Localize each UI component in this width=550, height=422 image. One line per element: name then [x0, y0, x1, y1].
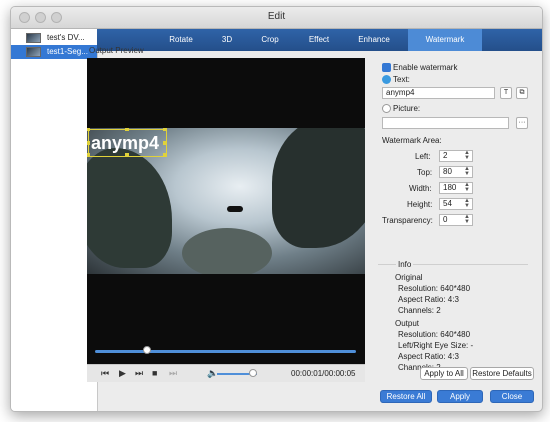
skip-end-icon[interactable]: ⏭ — [169, 368, 177, 379]
stepper-arrows-icon[interactable]: ▲ ▼ — [464, 214, 470, 225]
browse-button[interactable]: ··· — [516, 117, 528, 129]
volume-knob[interactable] — [249, 369, 257, 377]
resize-handle[interactable] — [125, 128, 129, 131]
output-aspect-ratio: Aspect Ratio: 4:3 — [398, 352, 459, 361]
info-title: Info — [396, 260, 414, 269]
top-label: Top: — [417, 168, 433, 177]
original-label: Original — [395, 273, 423, 282]
stop-icon[interactable]: ■ — [152, 368, 157, 378]
output-label: Output — [395, 319, 420, 328]
skip-back-icon[interactable]: ⏮ — [101, 368, 109, 379]
file-name: test1-Seg... — [47, 47, 88, 56]
floating-rock-center — [182, 228, 272, 274]
title-bar: Edit — [11, 7, 542, 29]
stepper-arrows-icon[interactable]: ▲ ▼ — [464, 198, 470, 209]
width-label: Width: — [409, 184, 432, 193]
window-title: Edit — [267, 11, 286, 22]
height-stepper[interactable]: 54 ▲ ▼ — [439, 198, 473, 210]
stepper-arrows-icon[interactable]: ▲ ▼ — [464, 150, 470, 161]
height-value: 54 — [443, 199, 452, 208]
video-thumbnail — [26, 47, 41, 57]
video-preview: anymp4 — [87, 58, 365, 364]
edit-tabs: Rotate 3D Crop Effect Enhance Watermark — [97, 29, 542, 51]
transparency-label: Transparency: — [382, 216, 433, 225]
transparency-stepper[interactable]: 0 ▲ ▼ — [439, 214, 473, 226]
tab-enhance[interactable]: Enhance — [347, 29, 401, 51]
original-aspect-ratio: Aspect Ratio: 4:3 — [398, 295, 459, 304]
info-section: Info Original Resolution: 640*480 Aspect… — [378, 260, 528, 372]
watermark-text-input[interactable]: anymp4 — [382, 87, 495, 99]
restore-defaults-button[interactable]: Restore Defaults — [470, 367, 534, 380]
watermark-area-label: Watermark Area: — [382, 136, 442, 145]
playback-controls: ⏮ ▶ ⏭ ■ ⏭ 🔈 00:00:01/00:00:05 — [87, 364, 365, 382]
left-stepper[interactable]: 2 ▲ ▼ — [439, 150, 473, 162]
apply-button[interactable]: Apply — [437, 390, 483, 403]
transparency-value: 0 — [443, 215, 448, 224]
floating-rock-left — [87, 148, 172, 268]
enable-watermark-label: Enable watermark — [393, 63, 458, 72]
resize-handle[interactable] — [163, 141, 167, 145]
file-item-selected[interactable]: test1-Seg... — [11, 45, 97, 59]
tab-effect[interactable]: Effect — [297, 29, 341, 51]
original-resolution: Resolution: 640*480 — [398, 284, 471, 293]
picture-radio[interactable] — [382, 104, 391, 113]
tab-watermark[interactable]: Watermark — [408, 29, 482, 51]
font-button[interactable]: T — [500, 87, 512, 99]
output-preview-label: Output Preview — [89, 46, 144, 55]
watermark-selection-box[interactable]: anymp4 — [87, 128, 167, 157]
picture-label: Picture: — [393, 104, 421, 113]
top-stepper[interactable]: 80 ▲ ▼ — [439, 166, 473, 178]
height-label: Height: — [407, 200, 433, 209]
top-value: 80 — [443, 167, 452, 176]
video-frame: anymp4 — [87, 128, 365, 274]
left-value: 2 — [443, 151, 448, 160]
enable-watermark-checkbox[interactable] — [382, 63, 391, 72]
picture-path-input[interactable] — [382, 117, 509, 129]
close-button[interactable]: Close — [490, 390, 534, 403]
stepper-arrows-icon[interactable]: ▲ ▼ — [464, 166, 470, 177]
width-value: 180 — [443, 183, 457, 192]
width-stepper[interactable]: 180 ▲ ▼ — [439, 182, 473, 194]
time-display: 00:00:01/00:00:05 — [291, 369, 356, 378]
color-button[interactable]: ⧉ — [516, 87, 528, 99]
tab-crop[interactable]: Crop — [249, 29, 291, 51]
resize-handle[interactable] — [87, 153, 90, 157]
watermark-text-preview: anymp4 — [91, 133, 160, 153]
stepper-arrows-icon[interactable]: ▲ ▼ — [464, 182, 470, 193]
watermark-settings-panel: Enable watermark Text: anymp4 T ⧉ Pictur… — [371, 56, 531, 376]
resize-handle[interactable] — [163, 128, 167, 131]
aircraft — [227, 206, 243, 212]
output-eye-size: Left/Right Eye Size: - — [398, 341, 474, 350]
resize-handle[interactable] — [87, 128, 90, 131]
restore-all-button[interactable]: Restore All — [380, 390, 432, 403]
file-item[interactable]: test's DV... — [11, 31, 97, 45]
resize-handle[interactable] — [87, 141, 90, 145]
text-radio[interactable] — [382, 75, 391, 84]
output-resolution: Resolution: 640*480 — [398, 330, 471, 339]
file-list: test's DV... test1-Seg... — [11, 29, 98, 411]
seek-bar[interactable] — [95, 350, 356, 353]
original-channels: Channels: 2 — [398, 306, 441, 315]
resize-handle[interactable] — [163, 153, 167, 157]
text-label: Text: — [393, 75, 410, 84]
tab-rotate[interactable]: Rotate — [159, 29, 203, 51]
apply-to-all-button[interactable]: Apply to All — [420, 367, 468, 380]
floating-rock-right — [272, 128, 365, 248]
left-label: Left: — [415, 152, 431, 161]
fast-forward-icon[interactable]: ⏭ — [135, 368, 143, 379]
play-icon[interactable]: ▶ — [119, 368, 126, 379]
video-thumbnail — [26, 33, 41, 43]
file-name: test's DV... — [47, 33, 85, 42]
tab-3d[interactable]: 3D — [209, 29, 245, 51]
